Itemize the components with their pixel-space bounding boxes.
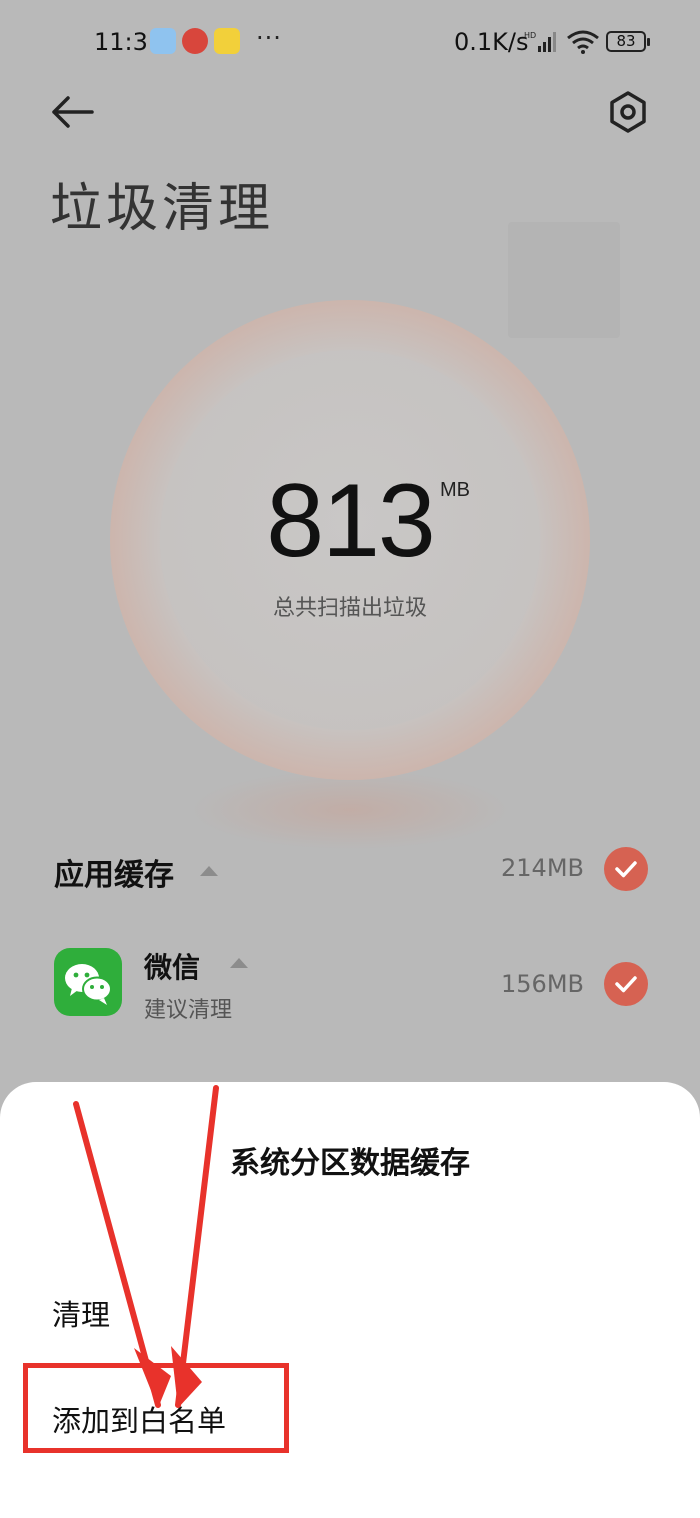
app-checkbox[interactable] bbox=[604, 962, 648, 1006]
mushroom-app-icon bbox=[182, 28, 208, 54]
more-notifications-icon: ··· bbox=[256, 24, 282, 52]
music-app-icon bbox=[214, 28, 240, 54]
wechat-icon bbox=[54, 948, 122, 1016]
network-speed: 0.1K/s bbox=[454, 28, 529, 56]
back-button[interactable] bbox=[48, 90, 96, 134]
background-placeholder bbox=[508, 222, 620, 338]
collapse-caret-icon[interactable] bbox=[200, 866, 218, 876]
battery-icon: 83 bbox=[606, 31, 650, 52]
sphere-reflection bbox=[190, 770, 510, 850]
section-size: 214MB bbox=[501, 854, 584, 882]
expand-caret-icon[interactable] bbox=[230, 958, 248, 968]
section-title-app-cache[interactable]: 应用缓存 bbox=[54, 850, 174, 894]
sheet-title: 系统分区数据缓存 bbox=[230, 1146, 470, 1181]
junk-size-unit: MB bbox=[440, 479, 470, 501]
app-size: 156MB bbox=[501, 970, 584, 998]
tv-app-icon bbox=[150, 28, 176, 54]
hexagon-gear-icon bbox=[610, 91, 646, 133]
signal-icon: HD bbox=[524, 31, 556, 52]
svg-text:HD: HD bbox=[524, 31, 536, 40]
arrow-left-icon bbox=[52, 96, 94, 128]
page-title: 垃圾清理 bbox=[50, 179, 275, 239]
wifi-icon bbox=[567, 30, 599, 54]
settings-button[interactable] bbox=[604, 88, 652, 136]
check-icon bbox=[615, 861, 637, 878]
status-bar: 11:31 ··· 0.1K/s HD 83 bbox=[0, 20, 700, 64]
junk-size-value: 813 bbox=[266, 463, 436, 579]
section-checkbox[interactable] bbox=[604, 847, 648, 891]
clean-option[interactable]: 清理 bbox=[52, 1292, 110, 1334]
junk-size-caption: 总共扫描出垃圾 bbox=[272, 596, 427, 621]
check-icon bbox=[615, 976, 637, 993]
app-suggestion: 建议清理 bbox=[144, 998, 233, 1023]
annotation-highlight-box bbox=[23, 1363, 289, 1453]
app-name[interactable]: 微信 bbox=[144, 946, 200, 986]
